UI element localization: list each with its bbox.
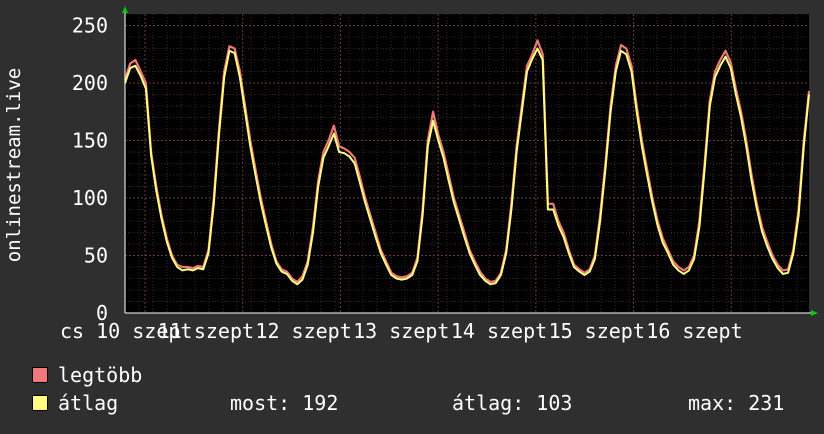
x-axis-arrow	[811, 310, 818, 316]
y-axis-arrow	[122, 6, 128, 13]
x-tick-label: 12 szept	[255, 319, 351, 343]
legend-label-avg: átlag	[58, 391, 119, 415]
y-tick-label: 100	[72, 186, 108, 210]
y-tick-labels: 050100150200250	[72, 14, 108, 326]
x-tick-labels: cs 10 szept11 szept 12 szept 13 szept 14 sz…	[60, 319, 743, 343]
y-axis-label: onlinestream.live	[3, 68, 25, 262]
x-tick-label: 13 szept	[353, 319, 449, 343]
x-tick-label: 16 szept	[646, 319, 742, 343]
y-tick-label: 200	[72, 71, 108, 95]
legend-label-max: legtöbb	[58, 363, 143, 387]
stat-max: max: 231	[688, 391, 785, 415]
x-tick-label: 15 szept	[549, 319, 645, 343]
legend-swatch-avg	[32, 395, 48, 411]
chart-stage: 0 50 100 150 200 250 cs 10 szept 11 szept 12 sz…	[0, 0, 824, 430]
x-tick-label: 11 szept	[158, 319, 254, 343]
stat-average: átlag: 103	[452, 391, 573, 415]
stat-current: most: 192	[230, 391, 339, 415]
y-tick-label: 150	[72, 129, 108, 153]
y-tick-label: 250	[72, 14, 108, 38]
legend-swatch-max	[32, 367, 48, 383]
x-tick-label: 14 szept	[451, 319, 547, 343]
y-tick-label: 50	[84, 244, 108, 268]
